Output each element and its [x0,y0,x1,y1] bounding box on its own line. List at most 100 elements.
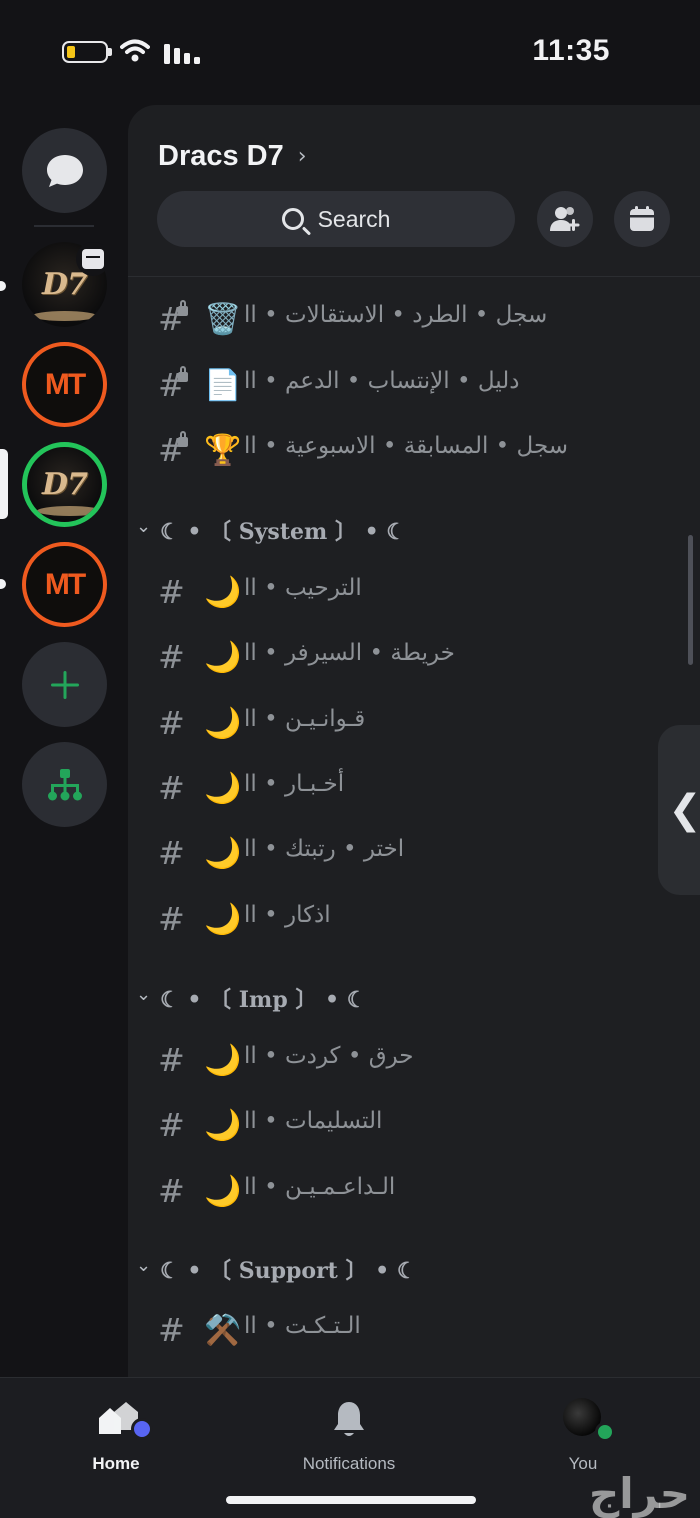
watermark-logo: حراج [588,1469,696,1518]
server-header[interactable]: Dracs D7 › [158,140,307,173]
nav-home[interactable]: Home [36,1392,196,1482]
channel-emoji: 🗑️ [204,302,242,337]
hash-icon: # [158,769,185,807]
lock-icon [178,300,188,316]
logo-swoosh [32,311,97,321]
search-input[interactable]: Search [157,191,515,247]
hash-icon: # [158,834,185,872]
channel-item[interactable]: # 🌙 حرق • كردت • اا [128,1035,668,1091]
chevron-right-icon: › [297,144,307,169]
search-placeholder: Search [317,205,391,232]
channel-emoji: 🌙 [204,771,242,806]
channel-emoji: 🏆 [204,433,242,468]
channel-name: سجل • المسابقة • الاسبوعية • اا [244,433,569,459]
channel-name: دليل • الإنتساب • الدعم • اا [244,368,520,394]
chat-bubble-icon [46,154,83,187]
lock-icon [178,366,188,382]
category-label: ☾ • 〔 Imp 〕 • ☾ [160,987,367,1013]
channel-item-locked[interactable]: # 🏆 سجل • المسابقة • الاسبوعية • اا [128,425,668,481]
hash-icon: # [158,1041,185,1079]
channel-emoji: 🌙 [204,706,242,741]
direct-messages-button[interactable] [22,128,107,213]
channel-name: اختر • رتبتك • اا [244,836,405,862]
add-server-button[interactable] [22,642,107,727]
wifi-icon [120,39,150,62]
chevron-down-icon: ⌄ [136,516,152,537]
hash-icon: # [158,638,185,676]
bell-icon [334,1402,364,1436]
battery-cap [108,48,112,56]
plus-icon [50,670,79,699]
battery-icon [62,41,108,63]
channel-emoji: 🌙 [204,1174,242,1209]
channel-item[interactable]: # 🌙 اختر • رتبتك • اا [128,828,668,884]
channel-panel: Dracs D7 › Search # 🗑️ سجل • الطرد • الا… [128,105,700,1377]
logo-swoosh [37,506,102,516]
invite-members-button[interactable] [537,191,593,247]
chevron-down-icon: ⌄ [136,984,152,1005]
channel-name: الـداعـمـيـن • اا [244,1174,396,1200]
category-header-imp[interactable]: ⌄ ☾ • 〔 Imp 〕 • ☾ [136,978,676,1018]
nav-notifications[interactable]: Notifications [269,1392,429,1482]
channel-item[interactable]: # 🌙 اذكار • اا [128,894,668,950]
hash-icon: # [158,1311,185,1349]
add-member-icon [550,207,580,231]
category-header-system[interactable]: ⌄ ☾ • 〔 System 〕 • ☾ [136,510,676,550]
nav-notifications-label: Notifications [302,1454,396,1473]
unread-indicator [0,579,6,589]
lock-icon [178,431,188,447]
server-logo-text: D7 [42,267,88,302]
calendar-icon [630,206,654,231]
category-label: ☾ • 〔 Support 〕 • ☾ [160,1258,417,1284]
signal-icon [164,44,200,64]
header-divider [128,276,700,277]
channel-name: الـتـكـت • اا [244,1313,361,1339]
server-event-badge [76,242,110,276]
channel-name: حرق • كردت • اا [244,1043,414,1069]
channel-emoji: 📄 [204,368,242,403]
category-header-support[interactable]: ⌄ ☾ • 〔 Support 〕 • ☾ [136,1249,676,1289]
status-time: 11:35 [532,34,610,67]
channel-name: اذكار • اا [244,902,331,928]
channel-name: قـوانـيـن • اا [244,706,366,732]
channel-item[interactable]: # 🌙 الترحيب • اا [128,567,668,623]
channel-item[interactable]: # ⚒️ الـتـكـت • اا [128,1305,668,1361]
channel-emoji: 🌙 [204,640,242,675]
home-unread-dot [131,1418,153,1440]
channel-item[interactable]: # 🌙 الـداعـمـيـن • اا [128,1166,668,1222]
member-list-toggle[interactable]: ❮ [658,725,700,895]
channel-name: أخـبـار • اا [244,771,345,797]
server-icon-mt-2[interactable]: MT [22,542,107,627]
channel-item[interactable]: # 🌙 قـوانـيـن • اا [128,698,668,754]
server-rail: D7 MT D7 MT [0,100,128,1377]
channel-item[interactable]: # 🌙 أخـبـار • اا [128,763,668,819]
chevron-down-icon: ⌄ [136,1255,152,1276]
server-icon-d7-selected[interactable]: D7 [22,442,107,527]
channel-name: خريطة • السيرفر • اا [244,640,455,666]
channel-item-locked[interactable]: # 🗑️ سجل • الطرد • الاستقالات • اا [128,294,668,350]
channel-emoji: 🌙 [204,836,242,871]
channel-item[interactable]: # 🌙 التسليمات • اا [128,1100,668,1156]
channel-name: سجل • الطرد • الاستقالات • اا [244,302,548,328]
search-icon [281,208,304,230]
calendar-icon [82,249,104,269]
selected-server-indicator [0,449,8,519]
server-icon-mt[interactable]: MT [22,342,107,427]
hash-icon: # [158,900,185,938]
server-logo-text: MT [44,567,86,601]
server-name: Dracs D7 [158,140,284,172]
home-indicator[interactable] [226,1496,476,1504]
channel-list-scrollbar[interactable] [688,535,693,665]
channel-emoji: 🌙 [204,1108,242,1143]
discover-servers-button[interactable] [22,742,107,827]
events-button[interactable] [614,191,670,247]
chevron-left-icon: ❮ [668,787,700,833]
online-status-dot [595,1422,615,1442]
category-label: ☾ • 〔 System 〕 • ☾ [160,519,407,545]
nav-home-label: Home [92,1454,140,1473]
hub-icon [47,768,82,800]
channel-emoji: 🌙 [204,575,242,610]
hash-icon: # [158,704,185,742]
channel-item[interactable]: # 🌙 خريطة • السيرفر • اا [128,632,668,688]
channel-item-locked[interactable]: # 📄 دليل • الإنتساب • الدعم • اا [128,360,668,416]
